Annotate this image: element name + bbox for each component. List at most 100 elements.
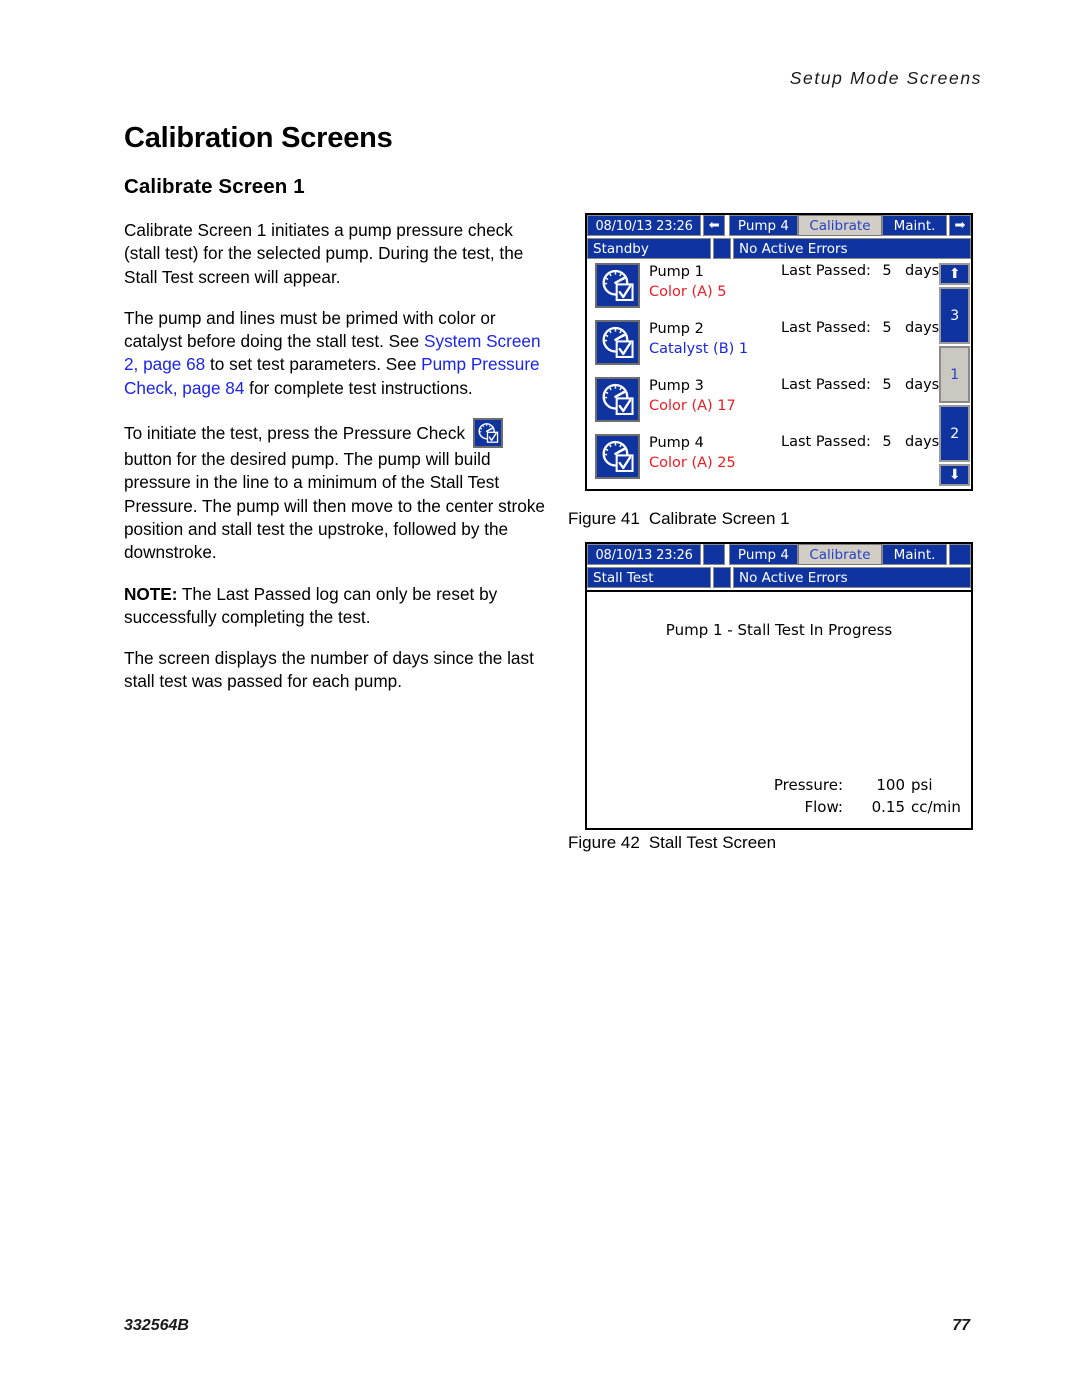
pressure-value: 100 <box>876 776 905 794</box>
status-spacer <box>713 238 731 259</box>
paragraph-2: The pump and lines must be primed with c… <box>124 307 548 400</box>
stall-test-status-title: Pump 1 - Stall Test In Progress <box>665 621 893 639</box>
pump-selector-button[interactable]: Pump 4 <box>729 544 798 565</box>
last-passed-unit: days <box>905 377 940 393</box>
pump-fluid: Catalyst (B) 1 <box>649 341 749 357</box>
last-passed-unit: days <box>905 263 940 279</box>
status-bar-top: 08/10/13 23:26 Pump 4 Calibrate Maint. <box>587 544 971 565</box>
figure-41-title: Calibrate Screen 1 <box>648 509 790 528</box>
table-row: Pump 4 Color (A) 25 Last Passed: 5 days <box>587 432 939 489</box>
readout-row: Pressure: 100 psi <box>587 774 971 796</box>
tab-calibrate[interactable]: Calibrate <box>797 215 883 236</box>
stall-test-body: Pump 1 - Stall Test In Progress Pressure… <box>587 590 971 830</box>
stall-test-device: 08/10/13 23:26 Pump 4 Calibrate Maint. S… <box>585 542 973 830</box>
last-passed-label: Last Passed: <box>781 434 871 450</box>
footer-document-number: 332564B <box>124 1317 189 1334</box>
last-passed-days: 5 <box>882 263 892 279</box>
page-button-3[interactable]: 3 <box>939 287 971 344</box>
status-bar-top: 08/10/13 23:26 ⬅ Pump 4 Calibrate Maint.… <box>587 215 971 236</box>
datetime-display: 08/10/13 23:26 <box>587 544 702 565</box>
calibrate-screen-device: 08/10/13 23:26 ⬅ Pump 4 Calibrate Maint.… <box>585 213 973 491</box>
paragraph-5: The screen displays the number of days s… <box>124 648 534 692</box>
pump-name: Pump 1 <box>649 264 704 280</box>
page-title: Calibration Screens <box>124 122 393 154</box>
figure-42-caption: Figure 42 Stall Test Screen <box>568 833 776 853</box>
paragraph-3-text-a: To initiate the test, press the Pressure… <box>124 423 470 444</box>
pump-fluid: Color (A) 25 <box>649 455 736 471</box>
last-passed-days: 5 <box>882 320 892 336</box>
flow-unit: cc/min <box>911 798 961 816</box>
flow-value: 0.15 <box>871 798 905 816</box>
datetime-display: 08/10/13 23:26 <box>587 215 702 236</box>
table-row: Pump 3 Color (A) 17 Last Passed: 5 days <box>587 375 939 432</box>
left-nav-button[interactable] <box>703 544 726 565</box>
pressure-check-icon[interactable] <box>595 320 640 365</box>
pump-info: Pump 4 Color (A) 25 <box>649 432 781 473</box>
pressure-check-icon[interactable] <box>595 263 640 308</box>
flow-label: Flow: <box>804 798 843 816</box>
body-column: Calibrate Screen 1 initiates a pump pres… <box>124 219 548 712</box>
paragraph-4-note: NOTE: The Last Passed log can only be re… <box>124 583 548 630</box>
paragraph-2-text-c: for complete test instructions. <box>244 377 473 398</box>
pump-fluid: Color (A) 5 <box>649 284 727 300</box>
down-arrow-icon[interactable]: ⬇ <box>939 464 971 486</box>
footer-page-number: 77 <box>952 1317 970 1334</box>
status-bar-bottom: Stall Test No Active Errors <box>587 567 971 588</box>
paragraph-1: Calibrate Screen 1 initiates a pump pres… <box>124 220 524 287</box>
left-arrow-icon[interactable]: ⬅ <box>703 215 726 236</box>
readout-row: Flow: 0.15 cc/min <box>587 796 971 818</box>
system-mode-display: Standby <box>587 238 711 259</box>
last-passed-label: Last Passed: <box>781 263 871 279</box>
stall-test-readouts: Pressure: 100 psi Flow: 0.15 cc/min <box>587 774 971 818</box>
paragraph-2-text-b: to set test parameters. See <box>205 354 422 375</box>
figure-41-caption: Figure 41 Calibrate Screen 1 <box>568 509 790 529</box>
note-text: The Last Passed log can only be reset by… <box>124 583 498 627</box>
figure-42-number: Figure 42 <box>568 833 640 852</box>
last-passed-block: Last Passed: 5 days <box>781 377 939 393</box>
figure-42-title: Stall Test Screen <box>648 833 777 852</box>
tab-maint[interactable]: Maint. <box>882 544 947 565</box>
figure-41-number: Figure 41 <box>568 509 640 528</box>
tab-maint[interactable]: Maint. <box>882 215 947 236</box>
last-passed-days: 5 <box>882 434 892 450</box>
paragraph-3-text-b: button for the desired pump. The pump wi… <box>124 449 545 563</box>
page-button-2[interactable]: 2 <box>939 405 971 462</box>
status-bar-bottom: Standby No Active Errors <box>587 238 971 259</box>
last-passed-unit: days <box>905 320 940 336</box>
pressure-label: Pressure: <box>773 776 843 794</box>
status-spacer <box>713 567 731 588</box>
pump-list-area: Pump 1 Color (A) 5 Last Passed: 5 days P… <box>587 261 971 489</box>
pressure-check-icon[interactable] <box>595 377 640 422</box>
figure-41: 08/10/13 23:26 ⬅ Pump 4 Calibrate Maint.… <box>585 213 973 491</box>
last-passed-label: Last Passed: <box>781 320 871 336</box>
right-arrow-icon[interactable]: ➡ <box>948 215 971 236</box>
pressure-check-icon[interactable] <box>595 434 640 479</box>
error-status-display: No Active Errors <box>733 238 971 259</box>
pressure-unit: psi <box>911 776 933 794</box>
pressure-check-icon <box>472 418 503 449</box>
page-navigation-strip: ⬆ 3 1 2 ⬇ <box>939 261 973 489</box>
pump-selector-button[interactable]: Pump 4 <box>729 215 798 236</box>
last-passed-block: Last Passed: 5 days <box>781 434 939 450</box>
last-passed-days: 5 <box>882 377 892 393</box>
page-button-1[interactable]: 1 <box>939 346 971 403</box>
last-passed-block: Last Passed: 5 days <box>781 320 939 336</box>
paragraph-3: To initiate the test, press the Pressure… <box>124 418 548 564</box>
running-head: Setup Mode Screens <box>789 68 982 88</box>
tab-calibrate[interactable]: Calibrate <box>797 544 883 565</box>
table-row: Pump 2 Catalyst (B) 1 Last Passed: 5 day… <box>587 318 939 375</box>
table-row: Pump 1 Color (A) 5 Last Passed: 5 days <box>587 261 939 318</box>
note-label: NOTE: <box>124 583 178 604</box>
pump-rows: Pump 1 Color (A) 5 Last Passed: 5 days P… <box>587 261 939 489</box>
right-nav-button[interactable] <box>948 544 971 565</box>
last-passed-unit: days <box>905 434 940 450</box>
pump-name: Pump 2 <box>649 321 704 337</box>
up-arrow-icon[interactable]: ⬆ <box>939 263 971 285</box>
pump-info: Pump 3 Color (A) 17 <box>649 375 781 416</box>
section-title: Calibrate Screen 1 <box>124 175 305 198</box>
figure-42: 08/10/13 23:26 Pump 4 Calibrate Maint. S… <box>585 542 973 830</box>
last-passed-label: Last Passed: <box>781 377 871 393</box>
error-status-display: No Active Errors <box>733 567 971 588</box>
pump-name: Pump 3 <box>649 378 704 394</box>
pump-name: Pump 4 <box>649 435 704 451</box>
